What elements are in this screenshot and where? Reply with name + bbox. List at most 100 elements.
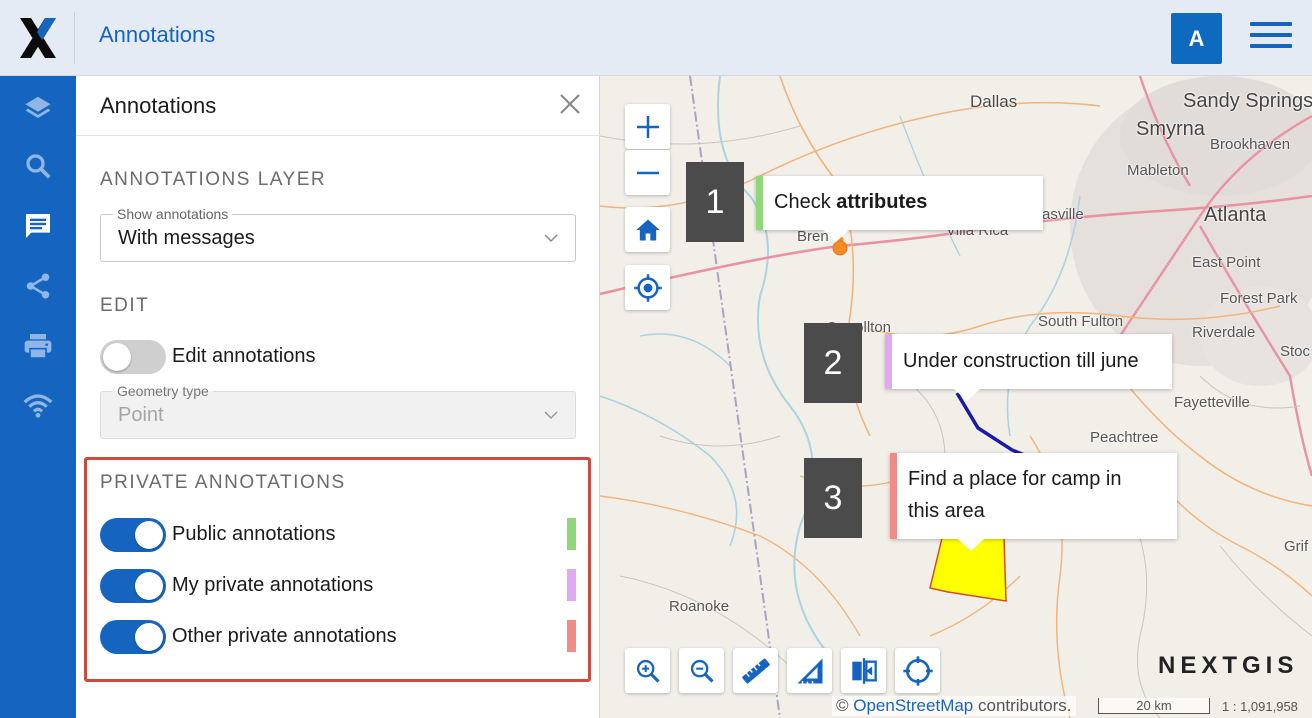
hamburger-menu-icon[interactable] [1250,22,1292,54]
swipe-icon [851,657,877,684]
zoom-out-button[interactable] [625,150,670,195]
annotation-text: Check [774,191,837,213]
public-annotations-row: Public annotations [100,518,580,554]
private-annotations-heading: PRIVATE ANNOTATIONS [100,472,346,493]
city-label: Riverdale [1192,324,1256,341]
other-private-annotations-row: Other private annotations [100,620,580,656]
left-icon-bar [0,76,76,718]
city-label: Atlanta [1204,204,1267,226]
city-label: Peachtree [1090,429,1159,446]
city-label: Grif [1284,538,1309,555]
scale-ratio: 1 : 1,091,958 [1222,699,1298,714]
city-label: South Fulton [1038,313,1124,330]
geometry-type-value: Point [118,404,164,426]
panel-divider [76,135,600,136]
my-private-annotations-label: My private annotations [172,574,374,596]
annotation-number-2: 2 [804,323,862,403]
city-label: Forest Park [1220,290,1298,307]
annotations-layer-heading: ANNOTATIONS LAYER [100,169,327,190]
area-measure-button[interactable] [787,648,832,693]
locate-icon [633,273,662,302]
my-private-annotations-row: My private annotations [100,569,580,605]
annotation-color-bar [885,334,892,389]
show-annotations-select[interactable]: Show annotations With messages [100,206,576,262]
home-icon [635,219,660,240]
ruler-button[interactable] [733,648,778,693]
city-label: asville [1042,206,1084,223]
city-label: Stoc [1280,343,1311,360]
public-annotations-label: Public annotations [172,523,336,545]
other-private-annotations-toggle[interactable] [100,620,166,654]
zoom-in-button[interactable] [625,104,670,149]
search-icon[interactable] [18,146,58,186]
city-label: Fayetteville [1174,394,1250,411]
annotation-callout-1[interactable]: Check attributes [756,176,1043,242]
edit-annotations-toggle[interactable] [100,340,166,374]
show-annotations-label: Show annotations [113,206,233,222]
zoom-in-tool-button[interactable] [625,648,670,693]
panel-title: Annotations [100,93,217,118]
show-annotations-value: With messages [118,227,255,249]
annotation-color-bar [756,176,763,230]
city-label: Roanoke [669,598,730,615]
city-label: Mableton [1127,162,1189,179]
map-view[interactable]: Dallas Sandy Springs Smyrna Brookhaven M… [600,76,1312,718]
scale-bar: 20 km [1098,698,1210,714]
city-label: Brookhaven [1210,136,1291,153]
wifi-icon[interactable] [18,386,58,426]
public-annotations-toggle[interactable] [100,518,166,552]
my-private-annotations-toggle[interactable] [100,569,166,603]
header-divider [74,12,75,64]
user-avatar[interactable]: A [1171,13,1222,64]
locate-button[interactable] [625,265,670,310]
edit-annotations-row: Edit annotations [100,340,580,376]
annotation-callout-2[interactable]: Under construction till june [885,334,1172,401]
swipe-button[interactable] [841,648,886,693]
zoom-in-tool-icon [636,659,660,683]
city-label: East Point [1192,254,1261,271]
close-icon[interactable] [556,90,584,118]
zoom-in-icon [636,115,659,138]
annotation-callout-3[interactable]: Find a place for camp in this area [890,453,1177,551]
annotation-text-line-2: this area [908,500,985,522]
attribution-prefix: © [836,696,854,715]
zoom-out-tool-icon [690,659,714,683]
city-label: Sandy Springs [1183,90,1312,112]
app-title: Annotations [99,22,216,47]
annotation-text-line-1: Find a place for camp in [908,468,1122,490]
osm-link[interactable]: OpenStreetMap [853,696,973,715]
other-private-annotations-label: Other private annotations [172,625,397,647]
share-icon[interactable] [18,266,58,306]
city-label: Dallas [970,92,1018,111]
annotation-number-3: 3 [804,458,862,538]
print-icon[interactable] [18,326,58,366]
edit-annotations-label: Edit annotations [172,345,316,367]
map-attribution: © OpenStreetMap contributors. [832,696,1076,716]
chevron-down-icon [544,234,558,243]
callout-pointer [823,230,849,242]
area-measure-icon [797,658,822,683]
edit-heading: EDIT [100,295,150,316]
identify-icon [902,655,933,686]
public-annotations-color [567,518,576,550]
annotation-text: Under construction till june [903,350,1139,372]
zoom-out-tool-button[interactable] [679,648,724,693]
zoom-out-icon [636,171,659,174]
nextgis-brand-logo: NEXTGIS [1158,652,1299,679]
my-private-annotations-color [567,569,576,601]
chevron-down-icon [544,411,558,420]
callout-pointer [954,389,980,401]
nextgis-x-logo[interactable] [20,18,56,58]
home-button[interactable] [625,207,670,252]
callout-pointer [958,539,984,551]
other-private-annotations-color [567,620,576,652]
layers-icon[interactable] [18,88,58,128]
app-header: Annotations A [0,0,1312,76]
geometry-type-select: Geometry type Point [100,383,576,439]
identify-button[interactable] [895,648,940,693]
ruler-icon [741,658,770,683]
annotation-color-bar [890,453,897,539]
annotations-icon[interactable] [18,206,58,246]
city-label: Smyrna [1136,118,1205,140]
geometry-type-label: Geometry type [113,383,213,399]
